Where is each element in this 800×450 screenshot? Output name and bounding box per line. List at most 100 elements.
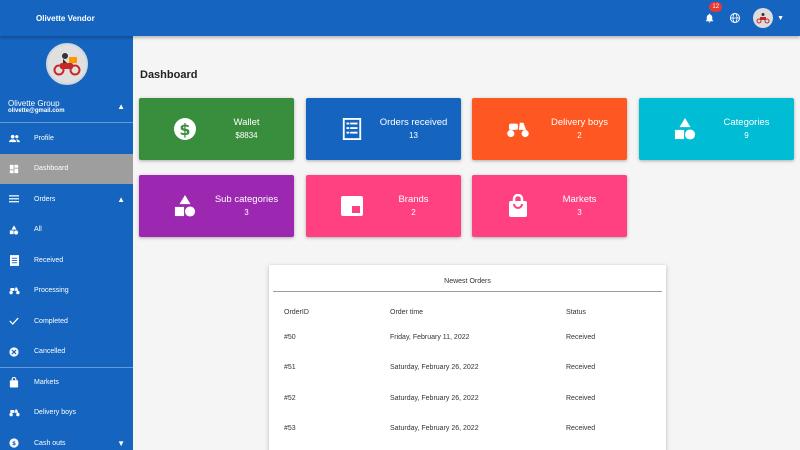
card-label: Sub categories [214,194,279,205]
card-value: 13 [409,131,418,140]
card-label: Orders received [379,117,448,128]
sidebar-item-label: Delivery boys [34,409,77,417]
sidebar-avatar [45,42,88,85]
app-title: Olivette Vendor [36,13,95,23]
card-label: Categories [723,117,770,128]
card-sub-categories[interactable]: Sub categories 3 [139,175,294,237]
account-name: Olivette Group [8,99,60,108]
user-avatar-button[interactable] [753,8,774,28]
sidebar-item-orders[interactable]: Orders ▲ [0,184,133,215]
card-orders-received[interactable]: Orders received 13 [306,98,461,160]
order-time: Saturday, February 26, 2022 [390,425,479,433]
delivery-rider-icon [53,52,80,75]
list-icon [8,193,20,205]
sidebar-item-label: Processing [34,287,69,295]
shapes-icon [8,224,20,236]
order-status: Received [566,394,596,402]
card-wallet[interactable]: $ Wallet $8834 [139,98,294,160]
card-brands[interactable]: Brands 2 [306,175,461,237]
table-row[interactable]: #51 Saturday, February 26, 2022 Received [269,353,666,384]
dashboard-icon [8,163,20,175]
sidebar-item-markets[interactable]: Markets [0,367,133,398]
order-status: Received [566,364,596,372]
order-id: #52 [284,394,296,402]
shapes-icon [673,117,697,141]
order-time: Friday, February 11, 2022 [390,333,470,341]
order-id: #53 [284,425,296,433]
order-time: Saturday, February 26, 2022 [390,364,479,372]
receipt-icon [340,117,364,141]
sidebar-item-label: Cancelled [34,348,66,356]
globe-icon [730,13,741,23]
bag-icon [506,194,530,218]
notification-badge: 12 [709,2,723,12]
account-toggle[interactable]: Olivette Group olivette@gmail.com ▲ [0,91,133,123]
order-id: #50 [284,333,296,341]
dollar-icon: $ [8,437,20,449]
table-row[interactable]: #52 Saturday, February 26, 2022 Received [269,383,666,414]
card-delivery-boys[interactable]: Delivery boys 2 [472,98,627,160]
card-categories[interactable]: Categories 9 [639,98,794,160]
card-label: Brands [398,194,429,205]
sidebar-item-all[interactable]: All [0,215,133,246]
card-value: 9 [744,131,749,140]
top-app-bar: Olivette Vendor 12 ▼ [0,0,800,36]
sidebar-item-label: All [34,226,42,234]
card-value: 3 [244,208,249,217]
order-time: Saturday, February 26, 2022 [390,394,479,402]
scooter-icon [8,285,20,297]
svg-text:$: $ [12,441,16,447]
brand-icon [340,194,364,218]
chevron-up-icon: ▲ [117,194,125,204]
order-id: #51 [284,364,296,372]
svg-text:$: $ [179,120,190,139]
sidebar-item-delivery-boys[interactable]: Delivery boys [0,398,133,429]
sidebar-item-completed[interactable]: Completed [0,306,133,337]
sidebar-item-label: Completed [34,317,68,325]
sidebar-item-received[interactable]: Received [0,245,133,276]
receipt-icon [8,254,20,266]
bell-icon [705,13,713,23]
notifications-button[interactable]: 12 [701,2,723,26]
card-value: 2 [411,208,416,217]
sidebar-item-label: Dashboard [34,165,69,173]
sidebar-item-label: Profile [34,134,54,142]
language-button[interactable] [727,10,743,26]
column-header: Order time [390,308,424,316]
card-label: Wallet [233,117,260,128]
card-markets[interactable]: Markets 3 [472,175,627,237]
people-icon [8,132,20,144]
shapes-icon [173,194,197,218]
sidebar-header [0,36,133,91]
table-header-row: OrderID Order time Status [269,292,666,322]
card-label: Markets [562,194,597,205]
sidebar-item-cash-outs[interactable]: $ Cash outs ▼ [0,428,133,450]
sidebar-item-profile[interactable]: Profile [0,123,133,154]
scooter-icon [506,117,530,141]
newest-orders-title: Newest Orders [273,265,662,292]
sidebar-item-dashboard[interactable]: Dashboard [0,153,133,184]
card-value: 3 [577,208,582,217]
bag-icon [8,377,20,389]
chevron-up-icon: ▲ [117,102,125,111]
card-value: $8834 [235,131,258,140]
page-title: Dashboard [140,69,198,81]
account-menu-caret[interactable]: ▼ [777,15,784,22]
column-header: OrderID [284,308,309,316]
order-status: Received [566,425,596,433]
chevron-down-icon: ▼ [117,438,125,448]
sidebar-item-cancelled[interactable]: Cancelled [0,337,133,368]
table-row[interactable]: #53 Saturday, February 26, 2022 Received [269,414,666,445]
newest-orders-panel: Newest Orders OrderID Order time Status … [269,265,666,450]
scooter-icon [8,407,20,419]
sidebar-item-processing[interactable]: Processing [0,276,133,307]
sidebar-item-label: Orders [34,195,56,203]
table-row[interactable]: #50 Friday, February 11, 2022 Received [269,322,666,353]
card-value: 2 [577,131,582,140]
sidebar-item-label: Received [34,256,64,264]
sidebar-item-label: Cash outs [34,439,66,447]
sidebar: Olivette Group olivette@gmail.com ▲ Prof… [0,36,133,450]
check-icon [8,315,20,327]
account-email: olivette@gmail.com [8,108,65,114]
order-status: Received [566,333,596,341]
